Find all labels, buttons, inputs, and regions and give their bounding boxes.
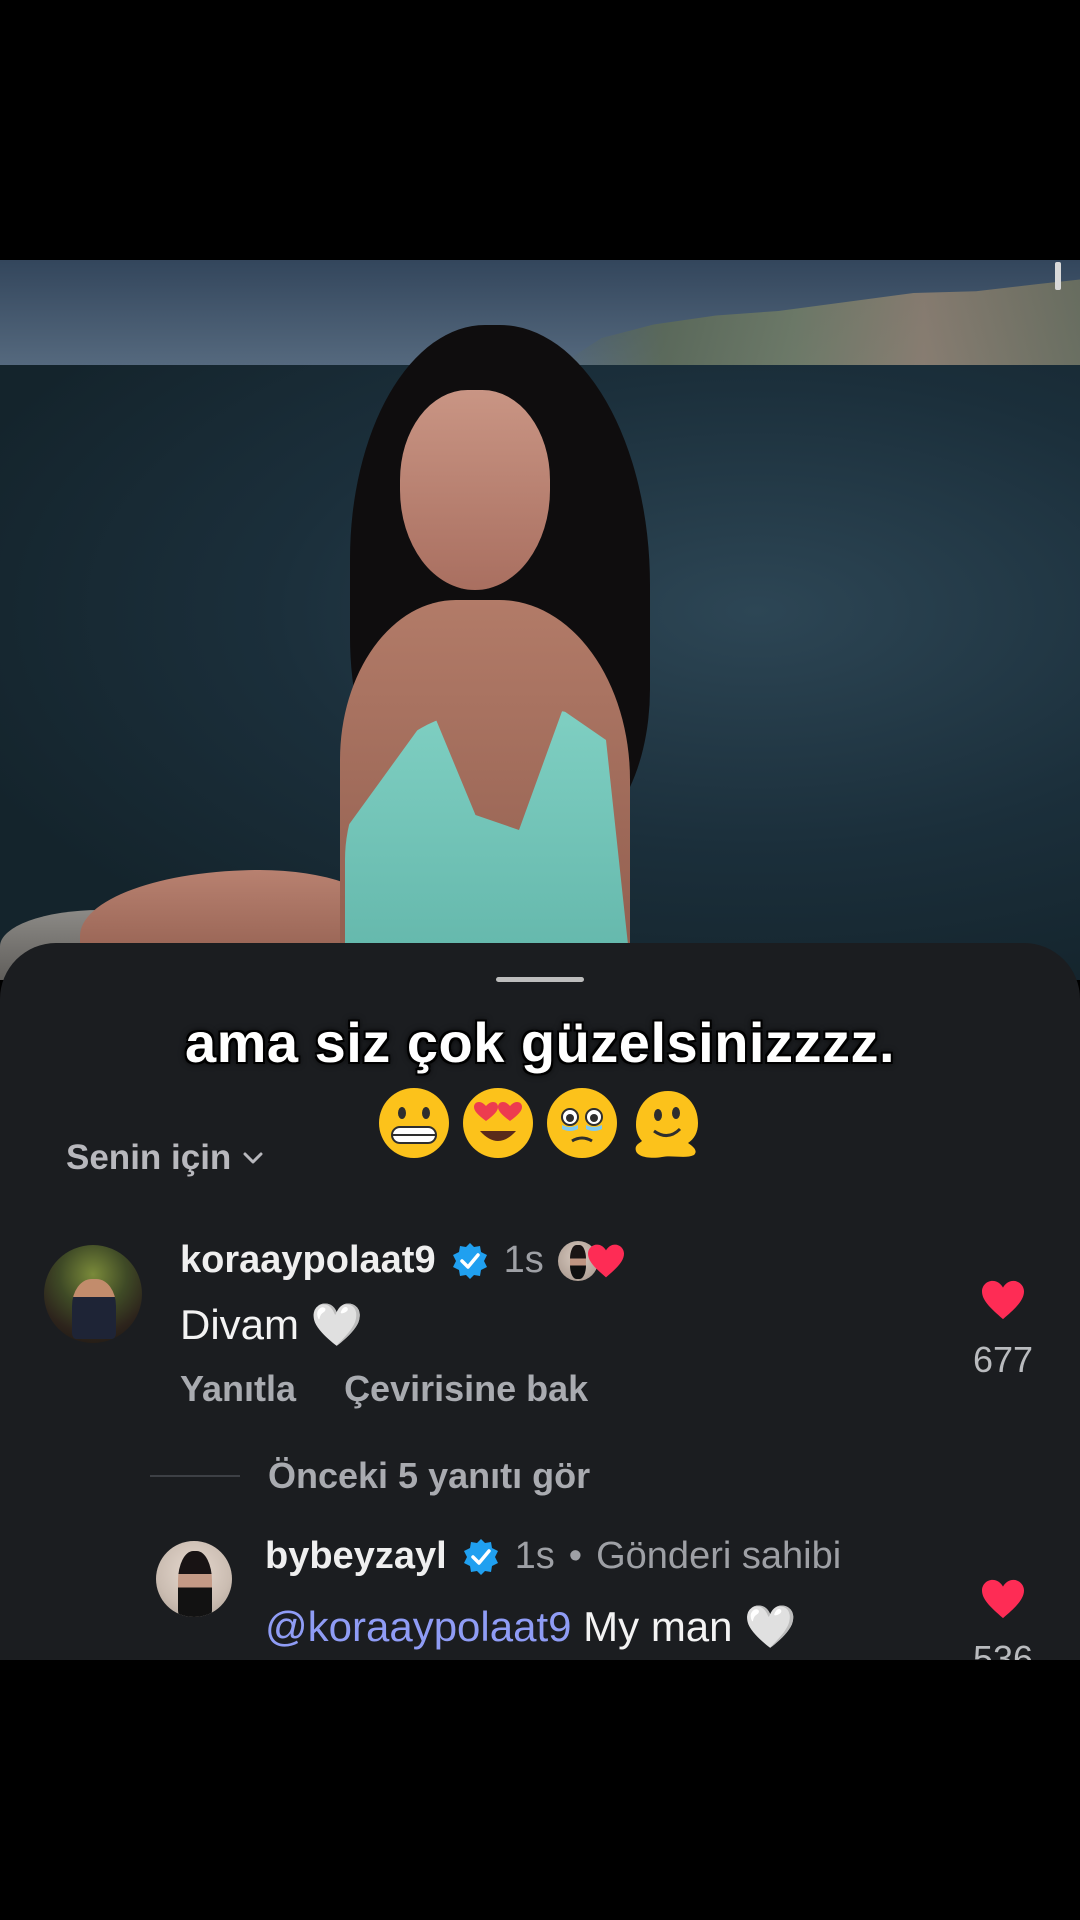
reply-username[interactable]: bybeyzayl	[265, 1535, 447, 1578]
like-count: 677	[972, 1339, 1034, 1380]
comment-text: Divam 🤍	[180, 1301, 363, 1348]
reply-mention-link[interactable]: @koraaypolaat9	[265, 1603, 572, 1650]
reply-text: @koraaypolaat9 My man 🤍	[265, 1603, 797, 1652]
liked-by-creator-badge	[557, 1240, 628, 1281]
reply-like-button[interactable]: 536	[953, 1578, 1053, 1660]
like-count: 536	[972, 1638, 1034, 1660]
verified-badge-icon	[452, 1242, 487, 1279]
avatar-koraaypolaat9[interactable]	[44, 1245, 142, 1343]
holding-back-tears-face-icon	[547, 1088, 617, 1158]
caption-emoji-row	[0, 1085, 1080, 1161]
reply-thread-line	[150, 1475, 240, 1477]
melting-face-icon	[635, 1091, 698, 1158]
reply-separator: •	[568, 1535, 583, 1577]
post-photo[interactable]	[0, 260, 1080, 980]
previous-replies-label: Önceki 5 yanıtı gör	[268, 1455, 591, 1496]
comment-header: koraaypolaat9 1s	[180, 1239, 628, 1282]
avatar-bybeyzayl[interactable]	[156, 1541, 232, 1617]
heart-icon	[587, 1244, 624, 1277]
heart-eyes-face-icon	[463, 1088, 533, 1158]
heart-icon	[982, 1579, 1024, 1619]
video-caption: ama siz çok güzelsinizzzz.	[184, 1011, 896, 1074]
comment-username[interactable]: koraaypolaat9	[180, 1239, 436, 1282]
screen: Senin için koraaypolaat9 1s Divam 🤍 Yanı…	[0, 0, 1080, 1920]
verified-badge-icon	[463, 1538, 498, 1575]
comment-actions: Yanıtla Çevirisine bak	[180, 1368, 588, 1410]
reply-button[interactable]: Yanıtla	[180, 1368, 296, 1410]
comment-like-button[interactable]: 677	[953, 1279, 1053, 1381]
reply-time: 1s	[514, 1535, 555, 1577]
heart-icon	[982, 1280, 1024, 1320]
comment-time: 1s	[503, 1239, 544, 1281]
sheet-drag-handle[interactable]	[496, 977, 584, 982]
grinning-face-icon	[379, 1088, 449, 1158]
see-translation-button[interactable]: Çevirisine bak	[344, 1368, 588, 1410]
reply-body: My man 🤍	[571, 1603, 797, 1650]
reply-header: bybeyzayl 1s • Gönderi sahibi	[265, 1535, 841, 1578]
view-previous-replies[interactable]: Önceki 5 yanıtı gör	[150, 1455, 590, 1497]
scroll-indicator	[1055, 262, 1061, 290]
photo-figure-face	[400, 390, 550, 590]
post-owner-label: Gönderi sahibi	[596, 1535, 842, 1577]
